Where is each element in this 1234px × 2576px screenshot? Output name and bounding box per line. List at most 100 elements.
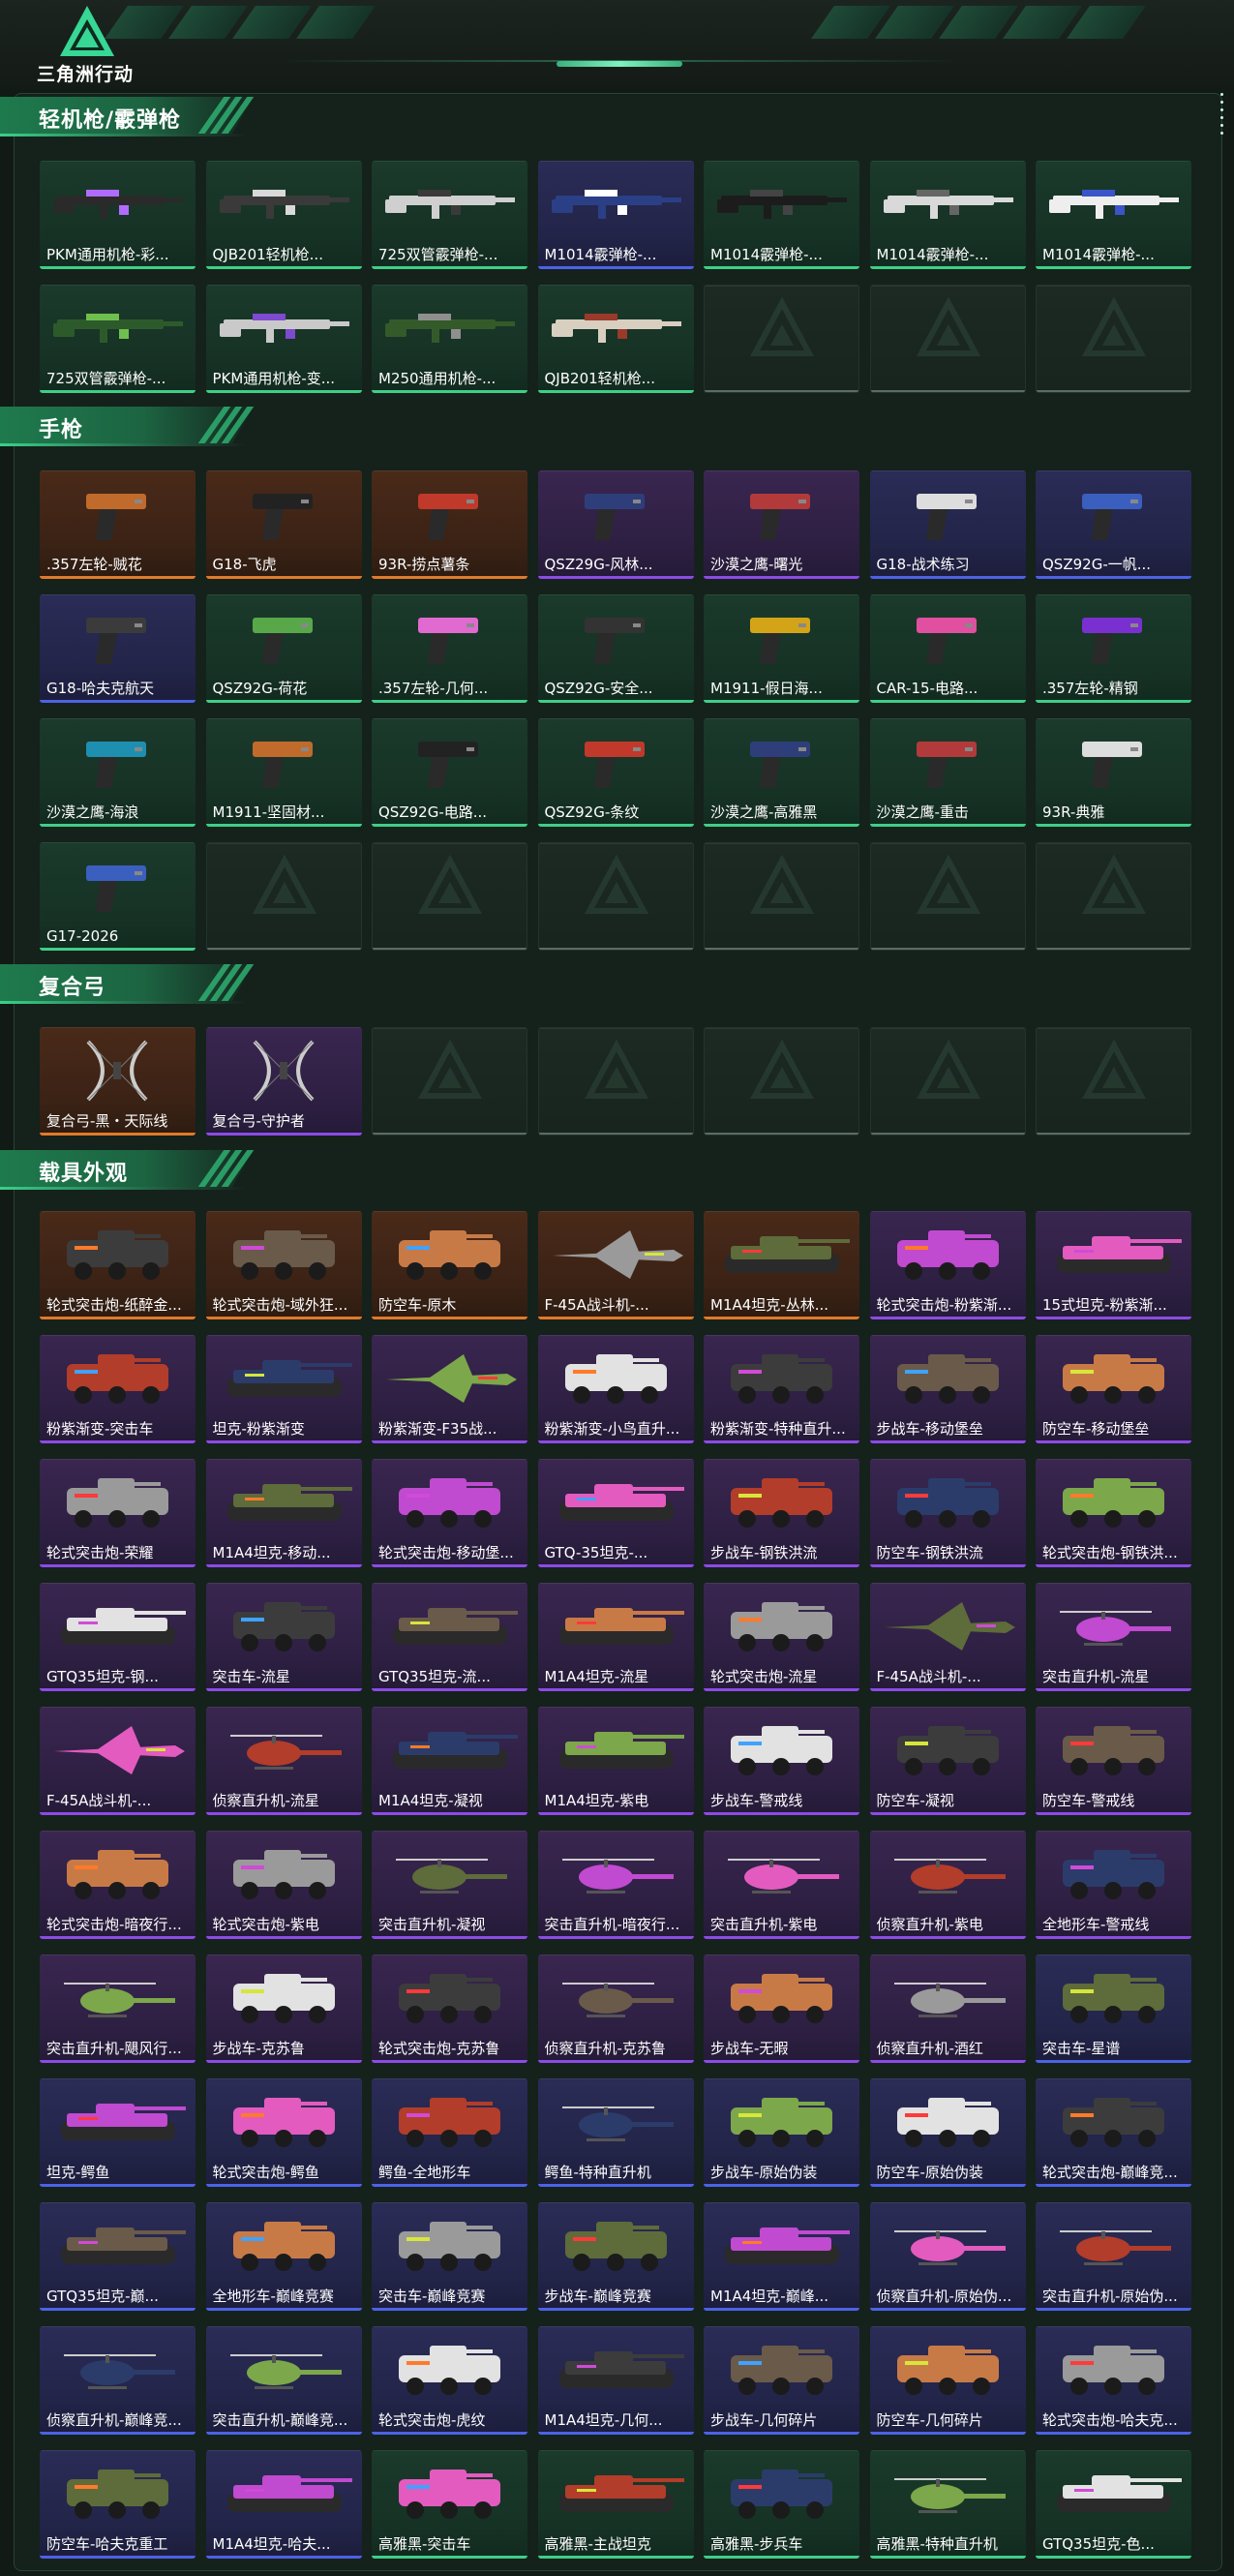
item-card[interactable]: 沙漠之鹰-曙光 [704,470,859,579]
item-card[interactable]: 粉紫渐变-小鸟直升... [537,1335,694,1443]
item-card[interactable]: M1A4坦克-紫电 [537,1707,694,1815]
item-card[interactable]: M1911-假日海... [704,594,859,703]
item-card[interactable]: 轮式突击炮-哈夫克... [1036,2326,1191,2435]
item-card[interactable]: 轮式突击炮-巅峰竞... [1036,2078,1191,2187]
item-card[interactable]: CAR-15-电路... [869,594,1026,703]
item-card[interactable]: GTQ35坦克-流... [372,1583,527,1691]
item-card[interactable]: GTQ35坦克-色... [1036,2450,1191,2559]
item-card[interactable]: G18-飞虎 [205,470,362,579]
item-card[interactable]: 轮式突击炮-钢铁洪... [1036,1459,1191,1567]
item-card[interactable]: QSZ92G-安全... [537,594,694,703]
item-card[interactable]: 突击直升机-凝视 [372,1831,527,1939]
item-card[interactable]: 轮式突击炮-粉紫渐... [869,1211,1026,1319]
item-card[interactable]: 侦察直升机-原始伪... [869,2202,1026,2311]
item-card[interactable]: 突击直升机-原始伪... [1036,2202,1191,2311]
item-card[interactable]: M1911-坚固材... [205,718,362,827]
item-card[interactable]: .357左轮-几何... [372,594,527,703]
item-card[interactable]: 坦克-鳄鱼 [40,2078,196,2187]
item-card[interactable]: G17-2026 [40,842,196,951]
item-card[interactable]: M1A4坦克-哈夫... [205,2450,362,2559]
item-card[interactable]: F-45A战斗机-... [869,1583,1026,1691]
item-card[interactable]: F-45A战斗机-... [40,1707,196,1815]
item-card[interactable]: 防空车-哈夫克重工 [40,2450,196,2559]
item-card[interactable]: 步战车-钢铁洪流 [704,1459,859,1567]
item-card[interactable]: 725双管霰弹枪-... [372,161,527,269]
item-card[interactable]: 侦察直升机-克苏鲁 [537,1955,694,2063]
item-card[interactable]: 沙漠之鹰-重击 [869,718,1026,827]
item-card[interactable]: 侦察直升机-流星 [205,1707,362,1815]
item-card[interactable]: M250通用机枪-... [372,285,527,393]
item-card[interactable]: 复合弓-黑・天际线 [40,1027,196,1136]
scrollbar[interactable] [1219,93,1224,151]
item-card[interactable]: 突击直升机-流星 [1036,1583,1191,1691]
item-card[interactable]: .357左轮-精钢 [1036,594,1191,703]
item-card[interactable]: 轮式突击炮-纸醉金... [40,1211,196,1319]
item-card[interactable]: 步战车-警戒线 [704,1707,859,1815]
item-card[interactable]: 突击车-星谱 [1036,1955,1191,2063]
item-card[interactable]: 步战车-原始伪装 [704,2078,859,2187]
item-card[interactable]: 防空车-移动堡垒 [1036,1335,1191,1443]
item-card[interactable]: F-45A战斗机-... [537,1211,694,1319]
item-card[interactable]: 步战车-无暇 [704,1955,859,2063]
item-card[interactable]: 粉紫渐变-特种直升... [704,1335,859,1443]
item-card[interactable]: G18-哈夫克航天 [40,594,196,703]
item-card[interactable]: M1A4坦克-移动... [205,1459,362,1567]
item-card[interactable]: 突击直升机-暗夜行... [537,1831,694,1939]
item-card[interactable]: 轮式突击炮-移动堡... [372,1459,527,1567]
item-card[interactable]: QSZ92G-条纹 [537,718,694,827]
item-card[interactable]: 轮式突击炮-紫电 [205,1831,362,1939]
item-card[interactable]: 侦察直升机-巅峰竞... [40,2326,196,2435]
item-card[interactable]: M1014霰弹枪-... [537,161,694,269]
item-card[interactable]: QSZ92G-一帆... [1036,470,1191,579]
item-card[interactable]: M1A4坦克-凝视 [372,1707,527,1815]
item-card[interactable]: 坦克-粉紫渐变 [205,1335,362,1443]
item-card[interactable]: GTQ35坦克-钢... [40,1583,196,1691]
item-card[interactable]: 全地形车-警戒线 [1036,1831,1191,1939]
item-card[interactable]: 突击直升机-紫电 [704,1831,859,1939]
item-card[interactable]: M1014霰弹枪-... [704,161,859,269]
item-card[interactable]: 防空车-钢铁洪流 [869,1459,1026,1567]
item-card[interactable]: 轮式突击炮-暗夜行... [40,1831,196,1939]
item-card[interactable]: 93R-捞点薯条 [372,470,527,579]
item-card[interactable]: 防空车-原木 [372,1211,527,1319]
item-card[interactable]: 高雅黑-特种直升机 [869,2450,1026,2559]
item-card[interactable]: 93R-典雅 [1036,718,1191,827]
item-card[interactable]: 突击车-巅峰竞赛 [372,2202,527,2311]
item-card[interactable]: 步战车-巅峰竞赛 [537,2202,694,2311]
item-card[interactable]: 高雅黑-突击车 [372,2450,527,2559]
item-card[interactable]: GTQ-35坦克-... [537,1459,694,1567]
item-card[interactable]: 轮式突击炮-域外狂... [205,1211,362,1319]
item-card[interactable]: QJB201轻机枪... [537,285,694,393]
item-card[interactable]: 侦察直升机-紫电 [869,1831,1026,1939]
item-card[interactable]: 复合弓-守护者 [205,1027,362,1136]
item-card[interactable]: 步战车-克苏鲁 [205,1955,362,2063]
item-card[interactable]: PKM通用机枪-变... [205,285,362,393]
item-card[interactable]: 鳄鱼-全地形车 [372,2078,527,2187]
item-card[interactable]: 轮式突击炮-鳄鱼 [205,2078,362,2187]
item-card[interactable]: .357左轮-贼花 [40,470,196,579]
item-card[interactable]: M1A4坦克-几何... [537,2326,694,2435]
item-card[interactable]: 轮式突击炮-虎纹 [372,2326,527,2435]
item-card[interactable]: 突击直升机-飓风行... [40,1955,196,2063]
item-card[interactable]: QSZ92G-电路... [372,718,527,827]
item-card[interactable]: 防空车-原始伪装 [869,2078,1026,2187]
item-card[interactable]: M1014霰弹枪-... [869,161,1026,269]
item-card[interactable]: 防空车-几何碎片 [869,2326,1026,2435]
item-card[interactable]: M1014霰弹枪-... [1036,161,1191,269]
item-card[interactable]: 高雅黑-步兵车 [704,2450,859,2559]
item-card[interactable]: 突击直升机-巅峰竞... [205,2326,362,2435]
item-card[interactable]: GTQ35坦克-巅... [40,2202,196,2311]
item-card[interactable]: 轮式突击炮-荣耀 [40,1459,196,1567]
item-card[interactable]: 粉紫渐变-F35战... [372,1335,527,1443]
item-card[interactable]: M1A4坦克-流星 [537,1583,694,1691]
item-card[interactable]: M1A4坦克-巅峰... [704,2202,859,2311]
item-card[interactable]: 防空车-凝视 [869,1707,1026,1815]
item-card[interactable]: 725双管霰弹枪-... [40,285,196,393]
item-card[interactable]: 全地形车-巅峰竞赛 [205,2202,362,2311]
item-card[interactable]: G18-战术练习 [869,470,1026,579]
item-card[interactable]: 高雅黑-主战坦克 [537,2450,694,2559]
item-card[interactable]: 粉紫渐变-突击车 [40,1335,196,1443]
item-card[interactable]: 沙漠之鹰-海浪 [40,718,196,827]
item-card[interactable]: 15式坦克-粉紫渐... [1036,1211,1191,1319]
item-card[interactable]: QSZ92G-荷花 [205,594,362,703]
